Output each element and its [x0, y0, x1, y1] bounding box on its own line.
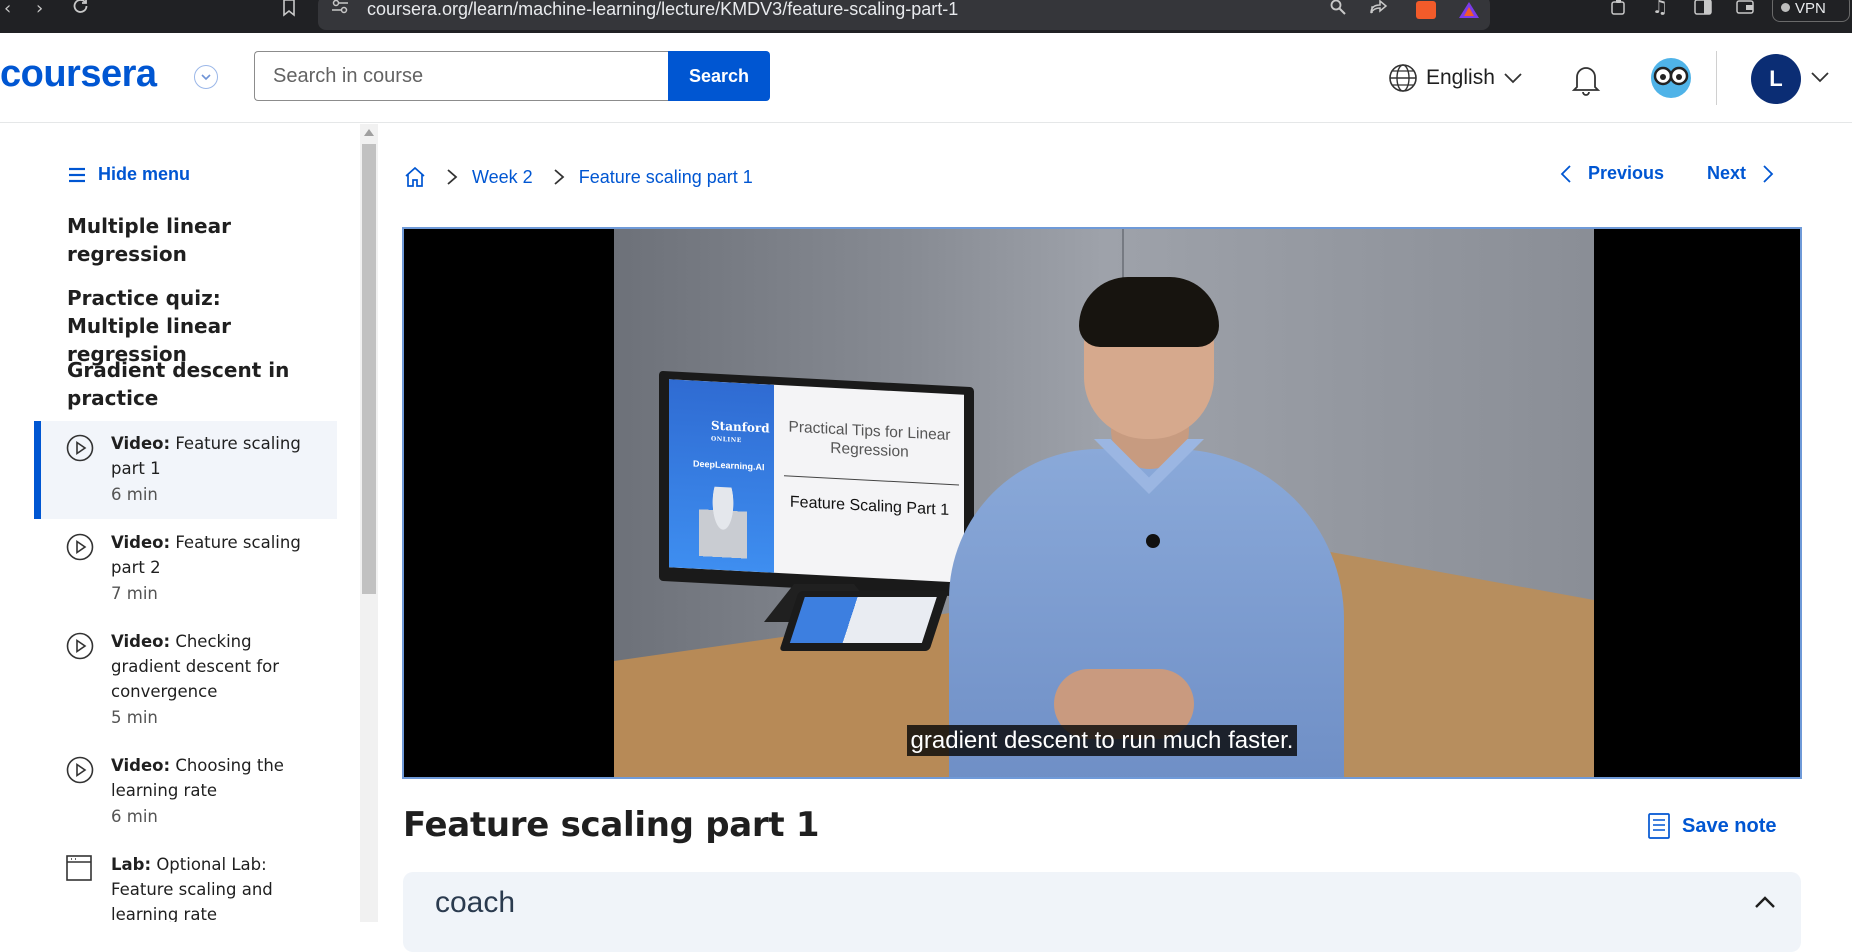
- language-selector[interactable]: English: [1388, 61, 1523, 95]
- home-icon[interactable]: [404, 166, 426, 188]
- tablet: [779, 591, 949, 651]
- slide: Stanford ONLINE DeepLearning.AI Practical…: [669, 379, 964, 583]
- sidebar-section-multiple-linear-regression[interactable]: Multiple linear regression: [67, 212, 307, 268]
- sidebar-section-gradient-descent[interactable]: Gradient descent in practice: [67, 356, 307, 412]
- previous-label: Previous: [1588, 163, 1665, 183]
- slide-brand-panel: Stanford ONLINE DeepLearning.AI: [669, 379, 774, 573]
- slide-title: Practical Tips for Linear Regression: [788, 418, 951, 461]
- coach-panel[interactable]: coach: [403, 872, 1801, 952]
- item-type: Video:: [111, 632, 171, 651]
- previous-button[interactable]: Previous: [1560, 163, 1664, 184]
- chevron-right-icon: [553, 168, 565, 186]
- url-text[interactable]: coursera.org/learn/machine-learning/lect…: [367, 0, 958, 18]
- extensions-icon[interactable]: [1610, 0, 1628, 32]
- sidebar-item-choosing-learning-rate[interactable]: Video: Choosing the learning rate 6 min: [34, 743, 337, 841]
- presenter-hair: [1079, 277, 1219, 347]
- next-button[interactable]: Next: [1707, 163, 1774, 184]
- header-divider: [1716, 51, 1717, 105]
- sidebar-item-checking-gradient-descent[interactable]: Video: Checking gradient descent for con…: [34, 619, 337, 743]
- brave-rewards-icon[interactable]: [1458, 1, 1479, 19]
- item-type: Video:: [111, 756, 171, 775]
- coach-label: coach: [435, 886, 516, 919]
- hide-menu-button[interactable]: Hide menu: [68, 164, 190, 185]
- next-label: Next: [1707, 163, 1747, 183]
- vpn-status-icon: [1781, 3, 1790, 12]
- page-title: Feature scaling part 1: [403, 805, 820, 845]
- caption-text: gradient descent to run much faster.: [906, 725, 1298, 756]
- monitor: Stanford ONLINE DeepLearning.AI Practical…: [659, 370, 974, 598]
- play-circle-icon: [66, 533, 94, 561]
- lab-notebook-icon: [66, 855, 92, 881]
- vpn-button[interactable]: VPN: [1772, 0, 1850, 22]
- wallet-icon[interactable]: [1736, 0, 1754, 32]
- notifications-bell-icon[interactable]: [1568, 61, 1604, 101]
- tablet-screen: [789, 597, 937, 643]
- item-type: Video:: [111, 533, 171, 552]
- save-note-button[interactable]: Save note: [1648, 813, 1776, 839]
- breadcrumb-week[interactable]: Week 2: [472, 167, 533, 188]
- sidebar-item-feature-scaling-part-2[interactable]: Video: Feature scaling part 27 min: [34, 520, 337, 618]
- slide-divider: [784, 475, 959, 486]
- video-frame-image: Stanford ONLINE DeepLearning.AI Practical…: [614, 229, 1594, 777]
- chevron-left-icon: [1560, 164, 1571, 183]
- note-icon: [1648, 813, 1670, 839]
- zoom-icon[interactable]: [1330, 0, 1346, 32]
- search-input[interactable]: [254, 51, 668, 101]
- breadcrumb-current[interactable]: Feature scaling part 1: [579, 167, 753, 188]
- save-note-label: Save note: [1682, 814, 1777, 837]
- course-sidebar: Hide menu Multiple linear regression Pra…: [0, 124, 360, 922]
- sidebar-scrollbar[interactable]: [360, 124, 378, 922]
- chevron-down-icon[interactable]: [1810, 69, 1830, 88]
- play-circle-icon: [66, 632, 94, 660]
- coach-mascot-icon[interactable]: [1648, 57, 1694, 99]
- chevron-right-icon: [1763, 164, 1774, 183]
- forward-icon[interactable]: ›: [36, 0, 43, 33]
- coursera-logo[interactable]: coursera: [0, 53, 157, 96]
- sidebar-toggle-icon[interactable]: [1694, 0, 1712, 32]
- video-caption: gradient descent to run much faster.: [404, 725, 1800, 756]
- globe-icon: [1389, 64, 1417, 92]
- brave-shield-icon[interactable]: [1416, 1, 1436, 19]
- play-circle-icon: [66, 434, 94, 462]
- video-player[interactable]: Stanford ONLINE DeepLearning.AI Practical…: [402, 227, 1802, 779]
- chevron-right-icon: [446, 168, 458, 186]
- media-icon[interactable]: ♫: [1652, 0, 1668, 32]
- hamburger-menu-icon: [69, 167, 85, 182]
- share-icon[interactable]: [1370, 0, 1388, 32]
- item-type: Video:: [111, 434, 171, 453]
- scroll-up-arrow-icon[interactable]: [364, 129, 374, 136]
- reload-icon[interactable]: [72, 0, 88, 31]
- robot-mascot: [699, 485, 747, 567]
- browser-toolbar: ‹ › coursera.org/learn/machine-learning/…: [0, 0, 1852, 33]
- play-circle-icon: [66, 756, 94, 784]
- item-duration: 5 min: [111, 708, 158, 727]
- slide-brand: Stanford ONLINE: [711, 418, 770, 448]
- site-header: coursera Search English L: [0, 33, 1852, 123]
- scrollbar-thumb[interactable]: [362, 144, 376, 594]
- item-type: Lab:: [111, 855, 152, 874]
- sidebar-item-optional-lab[interactable]: Lab: Optional Lab: Feature scaling and l…: [34, 842, 337, 922]
- hide-menu-label: Hide menu: [98, 164, 191, 184]
- sidebar-item-feature-scaling-part-1[interactable]: Video: Feature scaling part 16 min: [34, 421, 337, 519]
- language-label: English: [1426, 66, 1495, 89]
- bookmark-icon[interactable]: [282, 0, 296, 32]
- item-duration: 7 min: [111, 584, 158, 603]
- avatar[interactable]: L: [1751, 54, 1801, 104]
- lapel-mic: [1146, 534, 1160, 548]
- breadcrumb: Week 2 Feature scaling part 1: [404, 165, 753, 189]
- slide-subtitle: Feature Scaling Part 1: [789, 493, 950, 519]
- site-info-icon[interactable]: [331, 0, 349, 32]
- item-duration: 6 min: [111, 807, 158, 826]
- search-button[interactable]: Search: [668, 51, 770, 101]
- back-icon[interactable]: ‹: [4, 0, 11, 33]
- chevron-up-icon[interactable]: [1753, 894, 1777, 914]
- vpn-label: VPN: [1795, 0, 1826, 17]
- slide-partner: DeepLearning.AI: [693, 458, 765, 473]
- chevron-down-icon: [1504, 73, 1522, 84]
- item-duration: 6 min: [111, 485, 158, 504]
- chevron-down-icon[interactable]: [194, 65, 218, 89]
